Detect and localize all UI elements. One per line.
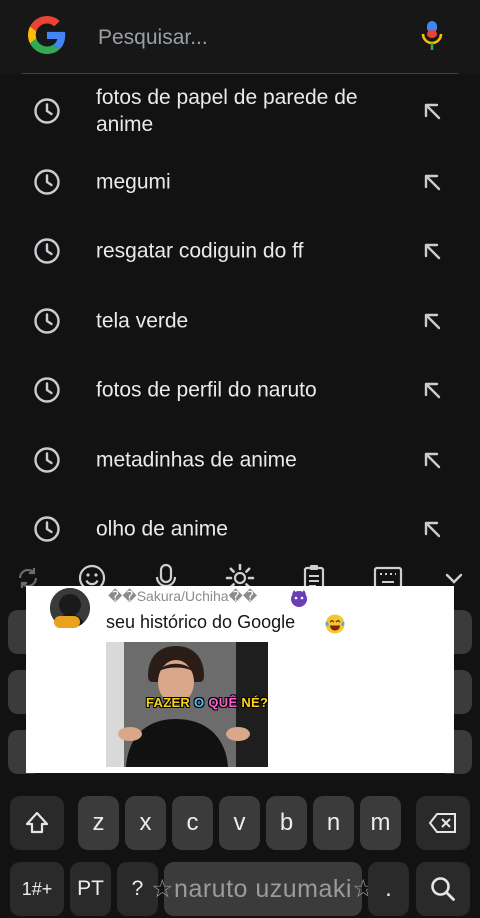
meme-image[interactable]: FAZER O QUÊ NÉ?	[106, 642, 268, 767]
suggestion-item[interactable]: fotos de perfil do naruto	[0, 356, 480, 426]
history-clock-icon	[34, 238, 60, 264]
fill-query-arrow-icon[interactable]	[420, 448, 444, 472]
history-clock-icon	[34, 377, 60, 403]
suggestion-text: megumi	[96, 170, 171, 194]
meme-caption-word: FAZER	[146, 695, 195, 710]
history-clock-icon	[34, 447, 60, 473]
suggestion-text: olho de anime	[96, 517, 228, 541]
search-icon	[431, 877, 455, 901]
space-label: ☆naruto uzumaki☆	[151, 875, 375, 903]
tears-of-joy-emoji-icon	[325, 614, 345, 634]
backspace-icon	[428, 813, 456, 833]
key-v[interactable]: v	[219, 796, 260, 850]
comment-card: ��Sakura/Uchiha�� seu histórico do Googl…	[26, 586, 454, 773]
suggestion-item[interactable]: resgatar codiguin do ff	[0, 217, 480, 287]
symbols-key[interactable]: 1#+	[10, 862, 64, 916]
voice-search-mic-icon[interactable]	[420, 20, 444, 52]
history-clock-icon	[34, 516, 60, 542]
key-z[interactable]: z	[78, 796, 119, 850]
period-key[interactable]: .	[368, 862, 409, 916]
comment-text: seu histórico do Google	[106, 612, 296, 632]
key-n[interactable]: n	[313, 796, 354, 850]
fill-query-arrow-icon[interactable]	[420, 517, 444, 541]
suggestion-text: fotos de papel de parede de anime	[96, 86, 358, 136]
suggestion-item[interactable]: tela verde	[0, 286, 480, 356]
search-divider	[22, 73, 458, 74]
suggestion-item[interactable]: olho de anime	[0, 495, 480, 565]
search-input[interactable]	[96, 20, 400, 56]
suggestion-text: metadinhas de anime	[96, 448, 297, 472]
shift-key[interactable]	[10, 796, 64, 850]
key-b[interactable]: b	[266, 796, 307, 850]
google-logo-icon	[28, 16, 66, 54]
suggestion-text: fotos de perfil do naruto	[96, 378, 317, 402]
purple-demon-emoji-icon	[291, 590, 307, 607]
meme-caption: FAZER O QUÊ NÉ?	[146, 695, 268, 710]
search-key[interactable]	[416, 862, 470, 916]
meme-caption-word: QUÊ	[208, 695, 242, 710]
fill-query-arrow-icon[interactable]	[420, 170, 444, 194]
fill-query-arrow-icon[interactable]	[420, 99, 444, 123]
history-clock-icon	[34, 98, 60, 124]
search-bar[interactable]	[0, 0, 480, 74]
history-clock-icon	[34, 169, 60, 195]
suggestion-item[interactable]: fotos de papel de parede de anime	[0, 75, 480, 147]
level-badge	[54, 616, 80, 628]
meme-caption-word: O	[194, 695, 209, 710]
language-key[interactable]: PT	[70, 862, 111, 916]
fill-query-arrow-icon[interactable]	[420, 309, 444, 333]
suggestion-text: tela verde	[96, 309, 189, 333]
key-m[interactable]: m	[360, 796, 401, 850]
key-c[interactable]: c	[172, 796, 213, 850]
comment-username[interactable]: ��Sakura/Uchiha��	[108, 588, 257, 605]
fill-query-arrow-icon[interactable]	[420, 239, 444, 263]
suggestion-item[interactable]: megumi	[0, 147, 480, 217]
suggestion-text: resgatar codiguin do ff	[96, 239, 304, 263]
meme-caption-word: NÉ?	[241, 695, 268, 710]
fill-query-arrow-icon[interactable]	[420, 378, 444, 402]
space-key[interactable]: ☆naruto uzumaki☆	[151, 862, 374, 916]
suggestion-item[interactable]: metadinhas de anime	[0, 425, 480, 495]
shift-icon	[25, 811, 49, 834]
history-clock-icon	[34, 308, 60, 334]
suggestion-list: fotos de papel de parede de anime megumi…	[0, 75, 480, 564]
key-x[interactable]: x	[125, 796, 166, 850]
backspace-key[interactable]	[416, 796, 470, 850]
